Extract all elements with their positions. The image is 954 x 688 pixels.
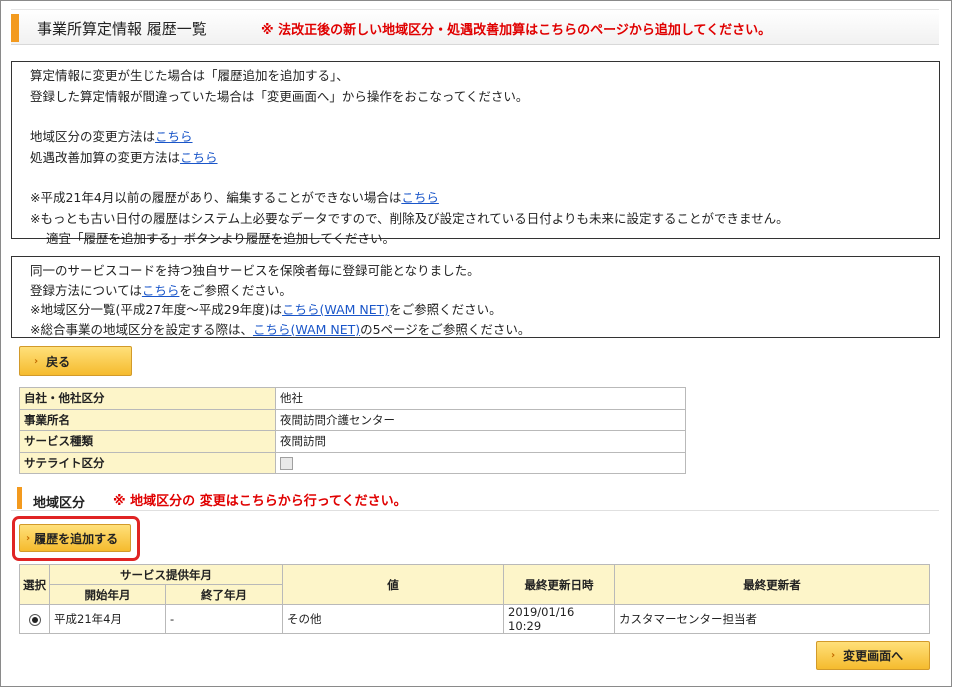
notice-line: 登録した算定情報が間違っていた場合は「変更画面へ」から操作をおこなってください。 (30, 88, 529, 104)
sogo-text: ※総合事業の地域区分を設定する際は、 (30, 321, 253, 337)
col-select: 選択 (19, 564, 50, 605)
chevron-right-icon: › (831, 650, 836, 661)
change-button-label: 変更画面へ (843, 649, 904, 663)
section-accent-bar (17, 487, 22, 509)
notice-box-instructions: 算定情報に変更が生じた場合は「履歴追加を追加する」、 登録した算定情報が間違って… (11, 61, 940, 246)
info-label: サテライト区分 (19, 451, 276, 474)
area-change-link[interactable]: こちら (155, 129, 193, 144)
add-history-label: 履歴を追加する (34, 531, 119, 546)
chevron-right-icon: › (34, 355, 39, 367)
notice-line-area: 地域区分の変更方法はこちら (30, 127, 939, 148)
notice-line: 算定情報に変更が生じた場合は「履歴追加を追加する」、 (30, 68, 349, 83)
chevron-right-icon: › (26, 532, 31, 544)
info-value: 夜間訪問 (275, 430, 686, 453)
add-history-button[interactable]: › 履歴を追加する (19, 524, 131, 552)
table-header-row: 選択 サービス提供年月 値 最終更新日時 最終更新者 (19, 564, 930, 605)
notice-line-area-list: ※地域区分一覧(平成27年度～平成29年度)はこちら(WAM NET)をご参照く… (30, 300, 939, 320)
info-label: 事業所名 (19, 408, 276, 431)
page-frame: 事業所算定情報 履歴一覧 ※ 法改正後の新しい地域区分・処遇改善加算はこちらのペ… (0, 0, 952, 687)
info-value: 夜間訪問介護センター (275, 408, 686, 431)
value-cell: その他 (282, 604, 504, 634)
sogo-suffix: の5ページをご参照ください。 (360, 321, 531, 337)
header-warning: ※ 法改正後の新しい地域区分・処遇改善加算はこちらのページから追加してください。 (261, 23, 772, 38)
end-cell: - (165, 604, 283, 634)
info-label: 自社・他社区分 (19, 387, 276, 410)
start-cell: 平成21年4月 (49, 604, 166, 634)
info-value (275, 451, 686, 474)
section-warning: ※ 地域区分の 変更はこちらから行ってください。 (113, 494, 407, 509)
history-table: 選択 サービス提供年月 値 最終更新日時 最終更新者 開始年月 終了年月 平成2… (19, 564, 930, 634)
col-period: サービス提供年月 (49, 564, 283, 585)
register-text: 登録方法については (30, 282, 142, 298)
area-list-suffix: をご参照ください。 (389, 302, 502, 317)
notice-line-sogo: ※総合事業の地域区分を設定する際は、こちら(WAM NET)の5ページをご参照く… (30, 320, 939, 340)
page-title: 事業所算定情報 履歴一覧 (37, 20, 207, 38)
table-row: サービス種類 夜間訪問 (19, 430, 686, 453)
treatment-change-link[interactable]: こちら (180, 150, 218, 165)
change-screen-button[interactable]: › 変更画面へ (816, 641, 930, 670)
col-value: 値 (282, 564, 504, 605)
notice-box-services: 同一のサービスコードを持つ独自サービスを保険者毎に登録可能となりました。 登録方… (11, 256, 940, 338)
notice-line: 同一のサービスコードを持つ独自サービスを保険者毎に登録可能となりました。 (30, 263, 480, 278)
area-change-text: 地域区分の変更方法は (30, 129, 156, 144)
header-accent-bar (11, 14, 19, 42)
area-list-link[interactable]: こちら(WAM NET) (282, 302, 389, 317)
info-value: 他社 (275, 387, 686, 410)
register-link[interactable]: こちら (142, 283, 180, 298)
h21-link[interactable]: こちら (401, 190, 439, 205)
notice-line: 適宜「履歴を追加する」ボタンより履歴を追加してください。 (46, 231, 396, 246)
col-start: 開始年月 (49, 584, 166, 605)
register-suffix: をご参照ください。 (179, 282, 292, 298)
notice-line-register: 登録方法についてはこちらをご参照ください。 (30, 281, 939, 301)
office-info-table: 自社・他社区分 他社 事業所名 夜間訪問介護センター サービス種類 夜間訪問 サ… (19, 387, 686, 474)
col-end: 終了年月 (165, 584, 283, 605)
page-header: 事業所算定情報 履歴一覧 ※ 法改正後の新しい地域区分・処遇改善加算はこちらのペ… (11, 9, 939, 45)
col-updated-at: 最終更新日時 (503, 564, 615, 605)
treatment-change-text: 処遇改善加算の変更方法は (30, 149, 181, 165)
notice-line: ※もっとも古い日付の履歴はシステム上必要なデータですので、削除及び設定されている… (30, 210, 789, 226)
col-updated-by: 最終更新者 (614, 564, 930, 605)
back-button-label: 戻る (46, 354, 71, 369)
area-list-text: ※地域区分一覧(平成27年度～平成29年度)は (30, 302, 283, 317)
table-row: 事業所名 夜間訪問介護センター (19, 408, 686, 431)
row-radio[interactable] (28, 613, 41, 626)
table-row: サテライト区分 (19, 451, 686, 474)
notice-line-h21: ※平成21年4月以前の履歴があり、編集することができない場合はこちら (30, 188, 939, 209)
table-row[interactable]: 平成21年4月 - その他 2019/01/16 10:29 カスタマーセンター… (19, 604, 930, 634)
table-row: 自社・他社区分 他社 (19, 387, 686, 410)
select-cell (19, 604, 50, 634)
h21-text: ※平成21年4月以前の履歴があり、編集することができない場合は (30, 190, 402, 205)
sogo-link[interactable]: こちら(WAM NET) (253, 322, 360, 337)
updated-at-cell: 2019/01/16 10:29 (503, 604, 615, 634)
satellite-checkbox[interactable] (280, 456, 293, 470)
section-title: 地域区分 (33, 496, 86, 511)
back-button[interactable]: › 戻る (19, 346, 132, 376)
section-header: 地域区分 ※ 地域区分の 変更はこちらから行ってください。 (11, 487, 939, 511)
info-label: サービス種類 (19, 430, 276, 453)
notice-line-treatment: 処遇改善加算の変更方法はこちら (30, 148, 939, 169)
updated-by-cell: カスタマーセンター担当者 (614, 604, 930, 634)
